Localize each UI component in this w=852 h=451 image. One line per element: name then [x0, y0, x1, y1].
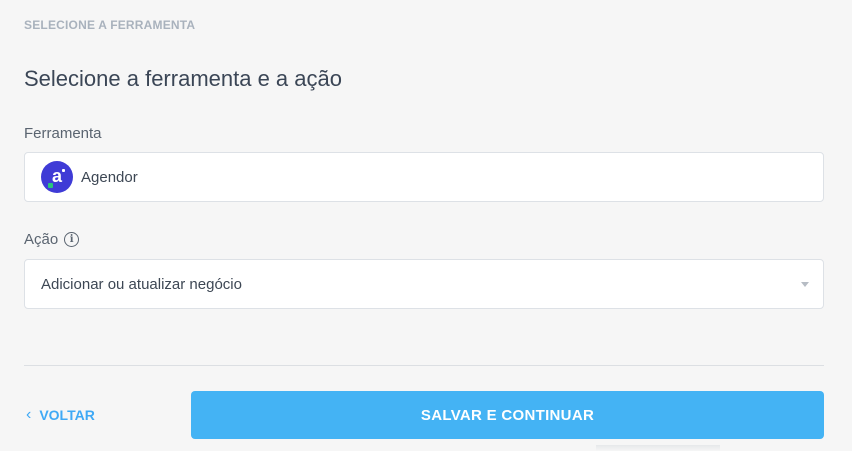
- section-eyebrow: SELECIONE A FERRAMENTA: [24, 18, 196, 32]
- back-button-label: VOLTAR: [39, 407, 95, 423]
- logo-letter: a: [51, 165, 62, 186]
- action-select-value: Adicionar ou atualizar negócio: [41, 275, 242, 293]
- action-select[interactable]: Adicionar ou atualizar negócio: [24, 259, 824, 309]
- chevron-down-icon: [801, 281, 809, 287]
- page-title: Selecione a ferramenta e a ação: [24, 66, 342, 91]
- save-and-continue-button[interactable]: SALVAR E CONTINUAR: [191, 391, 824, 439]
- agendor-logo-icon: a: [41, 161, 73, 193]
- logo-white-dot: [62, 169, 65, 172]
- tool-field-label-text: Ferramenta: [24, 125, 102, 142]
- tool-field-label: Ferramenta: [24, 125, 102, 142]
- logo-accent-dot: [48, 183, 53, 188]
- dropdown-shadow: [596, 445, 720, 451]
- action-field-label: Ação i: [24, 231, 80, 248]
- action-field-label-text: Ação: [24, 231, 59, 248]
- info-icon[interactable]: i: [64, 232, 80, 247]
- footer-divider: [24, 365, 824, 366]
- chevron-left-icon: ‹: [26, 406, 32, 423]
- back-button[interactable]: ‹ VOLTAR: [26, 404, 95, 426]
- step-panel: SELECIONE A FERRAMENTA Selecione a ferra…: [0, 0, 852, 451]
- tool-select[interactable]: a Agendor: [24, 152, 824, 202]
- tool-select-value: Agendor: [81, 168, 138, 186]
